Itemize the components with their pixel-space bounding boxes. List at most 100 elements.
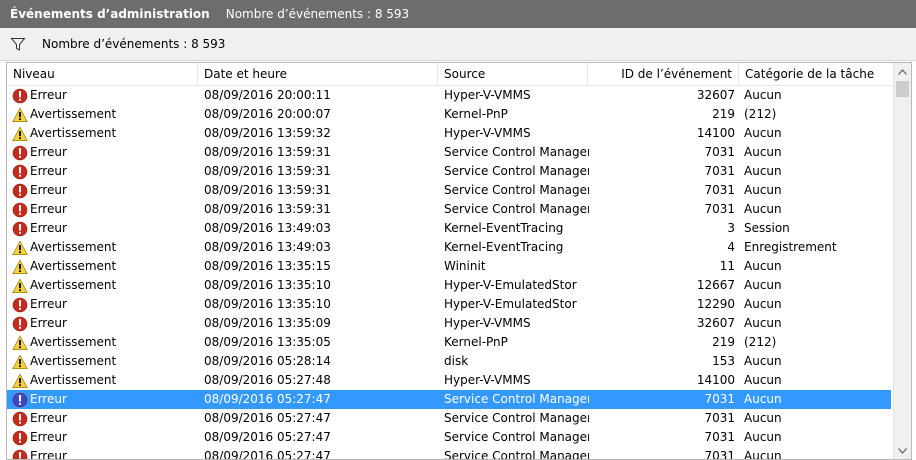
table-row[interactable]: Erreur 08/09/2016 13:59:31 Service Control…: [7, 162, 891, 181]
error-icon: [12, 145, 28, 161]
cell-date: 08/09/2016 13:59:31: [204, 202, 331, 216]
cell-level: Avertissement: [12, 276, 202, 295]
table-row[interactable]: Avertissement 08/09/2016 05:27:48 Hyper-V-…: [7, 371, 891, 390]
cell-date: 08/09/2016 13:35:15: [204, 259, 331, 273]
table-row[interactable]: Avertissement 08/09/2016 13:35:10 Hyper-V-…: [7, 276, 891, 295]
filter-event-count: Nombre d’événements : 8 593: [42, 37, 226, 51]
cell-date: 08/09/2016 13:35:09: [204, 316, 331, 330]
cell-event-id: 219: [712, 335, 735, 349]
cell-task-category: Aucun: [744, 392, 782, 406]
table-row[interactable]: Erreur 08/09/2016 13:59:31 Service Control…: [7, 181, 891, 200]
table-row[interactable]: Avertissement 08/09/2016 13:35:05 Kernel-P…: [7, 333, 891, 352]
warning-icon: [12, 125, 28, 142]
column-header-event-id[interactable]: ID de l’événement: [588, 63, 739, 85]
cell-source: Hyper-V-VMMS: [444, 316, 531, 330]
cell-task-category: Aucun: [744, 202, 782, 216]
cell-level: Erreur: [12, 447, 202, 459]
cell-source: Service Control Manager: [444, 183, 589, 197]
cell-date: 08/09/2016 13:59:32: [204, 126, 331, 140]
cell-task-category: (212): [744, 335, 777, 349]
chevron-down-icon: [898, 447, 907, 454]
level-label: Avertissement: [30, 335, 117, 349]
scroll-down-button[interactable]: [894, 442, 911, 459]
warning-icon: [12, 353, 28, 370]
cell-event-id: 12667: [696, 278, 735, 292]
cell-level: Erreur: [12, 86, 202, 105]
table-row[interactable]: Erreur 08/09/2016 05:27:47 Service Control…: [7, 428, 891, 447]
cell-level: Erreur: [12, 162, 202, 181]
table-row[interactable]: Erreur 08/09/2016 05:27:47 Service Control…: [7, 409, 891, 428]
cell-event-id: 7031: [704, 202, 735, 216]
cell-task-category: Aucun: [744, 278, 782, 292]
cell-task-category: Session: [744, 221, 790, 235]
level-label: Erreur: [30, 221, 67, 235]
cell-source: Hyper-V-EmulatedStor: [444, 278, 577, 292]
cell-task-category: Aucun: [744, 316, 782, 330]
warning-icon: [12, 239, 28, 256]
level-label: Avertissement: [30, 126, 117, 140]
cell-date: 08/09/2016 20:00:07: [204, 107, 331, 121]
cell-event-id: 32607: [696, 88, 735, 102]
table-row[interactable]: Erreur 08/09/2016 05:27:47 Service Control…: [7, 447, 891, 459]
table-row[interactable]: Avertissement 08/09/2016 13:59:32 Hyper-V-…: [7, 124, 891, 143]
cell-source: Service Control Manager: [444, 202, 589, 216]
events-table: Niveau Date et heure Source ID de l’évén…: [6, 62, 912, 460]
cell-event-id: 14100: [696, 126, 735, 140]
level-label: Erreur: [30, 88, 67, 102]
cell-event-id: 7031: [704, 145, 735, 159]
cell-date: 08/09/2016 05:27:48: [204, 373, 331, 387]
cell-source: Kernel-EventTracing: [444, 221, 564, 235]
table-row[interactable]: Avertissement 08/09/2016 05:28:14 disk 153 A…: [7, 352, 891, 371]
table-row[interactable]: Erreur 08/09/2016 13:59:31 Service Control…: [7, 200, 891, 219]
cell-event-id: 32607: [696, 316, 735, 330]
column-header-date[interactable]: Date et heure: [198, 63, 438, 85]
cell-source: Service Control Manager: [444, 392, 589, 406]
table-row[interactable]: Erreur 08/09/2016 13:59:31 Service Control…: [7, 143, 891, 162]
cell-date: 08/09/2016 13:59:31: [204, 164, 331, 178]
cell-level: Erreur: [12, 143, 202, 162]
table-body: Erreur 08/09/2016 20:00:11 Hyper-V-VMMS 326…: [7, 86, 893, 459]
level-label: Erreur: [30, 202, 67, 216]
cell-event-id: 11: [719, 259, 735, 273]
level-label: Erreur: [30, 297, 67, 311]
cell-task-category: Aucun: [744, 126, 782, 140]
scrollbar-thumb[interactable]: [896, 81, 909, 97]
table-row[interactable]: Avertissement 08/09/2016 20:00:07 Kernel-P…: [7, 105, 891, 124]
cell-date: 08/09/2016 05:27:47: [204, 392, 331, 406]
cell-source: Service Control Manager: [444, 411, 589, 425]
filter-bar: Nombre d’événements : 8 593: [0, 28, 916, 61]
title-bar: Événements d’administration Nombre d’évé…: [0, 0, 916, 28]
cell-date: 08/09/2016 13:35:10: [204, 278, 331, 292]
table-row[interactable]: Erreur 08/09/2016 13:35:09 Hyper-V-VMMS 326…: [7, 314, 891, 333]
column-header-level[interactable]: Niveau: [7, 63, 198, 85]
table-row[interactable]: Erreur 08/09/2016 05:27:47 Service Control…: [7, 390, 891, 409]
table-row[interactable]: Erreur 08/09/2016 20:00:11 Hyper-V-VMMS 326…: [7, 86, 891, 105]
level-label: Avertissement: [30, 354, 117, 368]
cell-task-category: Aucun: [744, 259, 782, 273]
table-row[interactable]: Erreur 08/09/2016 13:35:10 Hyper-V-Emulate…: [7, 295, 891, 314]
scroll-up-button[interactable]: [894, 63, 911, 80]
cell-event-id: 7031: [704, 392, 735, 406]
level-label: Avertissement: [30, 373, 117, 387]
cell-event-id: 12290: [696, 297, 735, 311]
cell-date: 08/09/2016 13:59:31: [204, 145, 331, 159]
table-row[interactable]: Avertissement 08/09/2016 13:49:03 Kernel-E…: [7, 238, 891, 257]
cell-level: Avertissement: [12, 352, 202, 371]
warning-icon: [12, 277, 28, 294]
column-header-task-category[interactable]: Catégorie de la tâche: [739, 63, 893, 85]
warning-icon: [12, 258, 28, 275]
vertical-scrollbar[interactable]: [893, 63, 911, 459]
table-row[interactable]: Erreur 08/09/2016 13:49:03 Kernel-EventTra…: [7, 219, 891, 238]
filter-icon[interactable]: [10, 36, 26, 52]
cell-level: Avertissement: [12, 105, 202, 124]
cell-event-id: 7031: [704, 430, 735, 444]
cell-level: Erreur: [12, 409, 202, 428]
cell-level: Erreur: [12, 200, 202, 219]
cell-source: Service Control Manager: [444, 145, 589, 159]
table-row[interactable]: Avertissement 08/09/2016 13:35:15 Wininit 1…: [7, 257, 891, 276]
cell-task-category: Aucun: [744, 145, 782, 159]
cell-date: 08/09/2016 13:49:03: [204, 221, 331, 235]
column-header-source[interactable]: Source: [438, 63, 588, 85]
cell-source: Hyper-V-EmulatedStor: [444, 297, 577, 311]
cell-date: 08/09/2016 13:49:03: [204, 240, 331, 254]
